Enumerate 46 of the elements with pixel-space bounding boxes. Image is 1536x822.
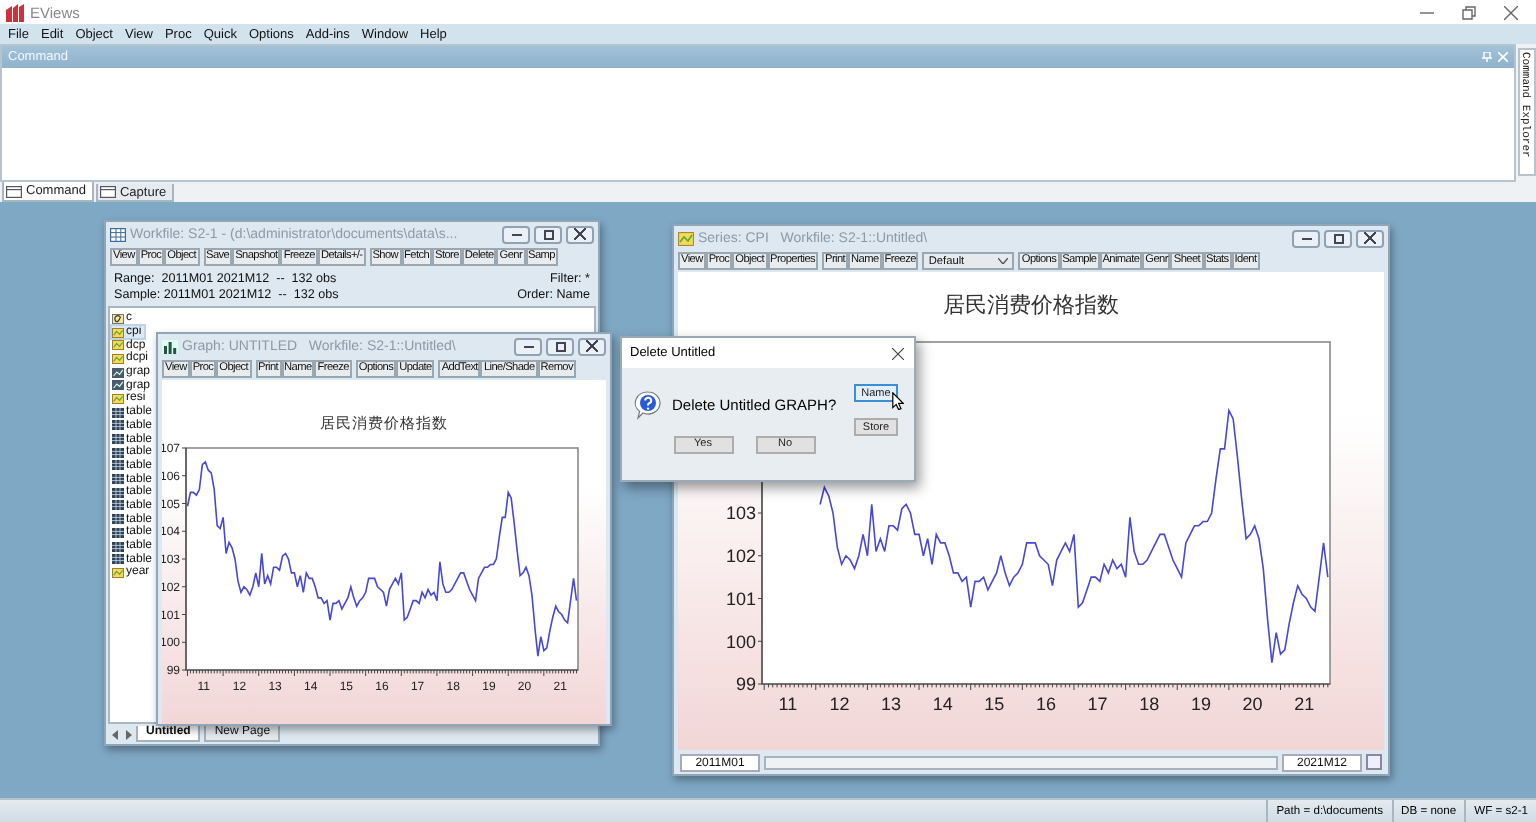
bar-chart-icon: [162, 339, 178, 353]
chart-title: 居民消费价格指数: [943, 292, 1119, 318]
tick-label: 101: [725, 588, 756, 609]
minimize-button[interactable]: [502, 225, 530, 243]
maximize-button[interactable]: [1324, 229, 1352, 247]
tick-label: 14: [932, 694, 953, 714]
maximize-button[interactable]: [534, 225, 562, 243]
tick-label: 17: [1087, 694, 1108, 714]
close-button[interactable]: [566, 225, 594, 243]
range-scrollbar[interactable]: [764, 755, 1278, 769]
tick-label: 21: [1294, 694, 1315, 714]
line-chart-icon: [112, 567, 124, 578]
close-button[interactable]: [578, 337, 606, 355]
question-icon: [634, 389, 662, 420]
maximize-button[interactable]: [546, 337, 574, 355]
close-icon[interactable]: [1504, 5, 1518, 19]
tick-label: 16: [1036, 694, 1056, 714]
resize-button[interactable]: [1366, 754, 1382, 770]
tick-label: 13: [881, 694, 902, 714]
line-chart-icon: [678, 231, 694, 245]
window-icon: [99, 186, 116, 198]
table-icon: [110, 227, 126, 241]
tick-label: 11: [778, 694, 798, 714]
close-icon[interactable]: [892, 347, 904, 359]
scroll-left-icon[interactable]: [112, 729, 120, 739]
window-icon: [6, 185, 22, 197]
tick-label: 102: [725, 546, 756, 567]
app-logo-icon: [6, 3, 24, 21]
tick-label: 100: [725, 631, 756, 652]
tick-label: 18: [1139, 694, 1160, 714]
tick-label: 20: [1242, 694, 1263, 714]
line-chart-icon: [112, 393, 124, 404]
minimize-button[interactable]: [1292, 229, 1320, 247]
caret-icon: [998, 258, 1009, 264]
alpha-icon: [112, 313, 124, 324]
tick-label: 19: [1190, 694, 1211, 714]
command-input[interactable]: [2, 68, 1514, 180]
restore-icon[interactable]: [1462, 5, 1476, 19]
tick-label: 12: [829, 694, 850, 714]
tick-label: 99: [735, 674, 756, 695]
tick-label: 103: [725, 503, 756, 524]
cursor-icon: [892, 392, 904, 410]
scroll-right-icon[interactable]: [124, 729, 132, 739]
tick-label: 15: [984, 694, 1005, 714]
minimize-button[interactable]: [514, 337, 542, 355]
close-button[interactable]: [1356, 229, 1384, 247]
